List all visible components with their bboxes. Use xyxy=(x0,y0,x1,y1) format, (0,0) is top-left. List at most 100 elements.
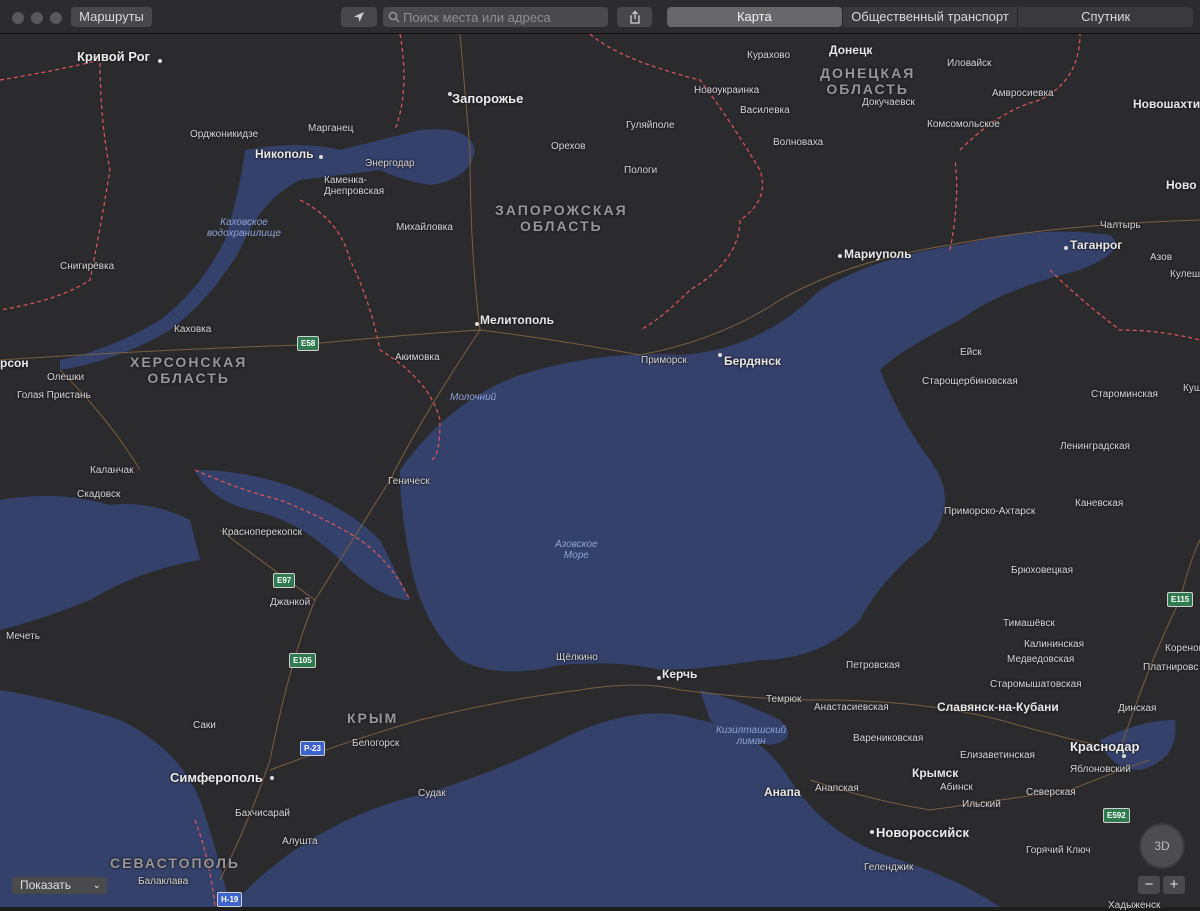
town-label[interactable]: Ейск xyxy=(960,347,982,358)
town-label[interactable]: Анапа xyxy=(764,785,801,799)
city-label[interactable]: Таганрог xyxy=(1070,238,1122,252)
town-label[interactable]: Геленджик xyxy=(864,862,913,873)
town-label[interactable]: Чалтырь xyxy=(1100,220,1141,231)
town-label[interactable]: Голая Пристань xyxy=(17,390,91,401)
town-label[interactable]: Анапская xyxy=(815,783,859,794)
city-label[interactable]: Никополь xyxy=(255,147,314,161)
town-label[interactable]: Ильский xyxy=(962,799,1001,810)
town-label[interactable]: Хадыженск xyxy=(1108,900,1160,911)
town-label[interactable]: Куща xyxy=(1183,383,1200,394)
directions-button[interactable]: Маршруты xyxy=(71,7,152,27)
town-label[interactable]: Кулеш xyxy=(1170,269,1200,280)
town-label[interactable]: Гуляйполе xyxy=(626,120,675,131)
city-label[interactable]: Новороссийск xyxy=(876,825,969,840)
town-label[interactable]: Мечеть xyxy=(6,631,40,642)
zoom-out-button[interactable]: − xyxy=(1138,876,1160,894)
tab-transit[interactable]: Общественный транспорт xyxy=(841,7,1018,27)
tab-map[interactable]: Карта xyxy=(667,7,842,27)
town-label[interactable]: Комсомольское xyxy=(927,119,1000,130)
town-label[interactable]: Судак xyxy=(418,788,446,799)
town-label[interactable]: Калининская xyxy=(1024,639,1084,650)
town-label[interactable]: Приморско-Ахтарск xyxy=(944,506,1035,517)
town-label[interactable]: Ленинградская xyxy=(1060,441,1130,452)
town-label[interactable]: Каневская xyxy=(1075,498,1123,509)
show-menu-button[interactable]: Показать ⌄ xyxy=(12,877,107,894)
town-label[interactable]: Крымск xyxy=(912,766,958,780)
town-label[interactable]: Акимовка xyxy=(395,352,440,363)
city-label[interactable]: Ново xyxy=(1166,178,1197,192)
town-label[interactable]: Динская xyxy=(1118,703,1156,714)
town-label[interactable]: Михайловка xyxy=(396,222,453,233)
city-label[interactable]: рсон xyxy=(0,356,29,370)
town-label[interactable]: Северская xyxy=(1026,787,1076,798)
town-label[interactable]: Докучаевск xyxy=(862,97,915,108)
tab-satellite[interactable]: Спутник xyxy=(1017,7,1193,27)
share-button[interactable] xyxy=(617,7,652,27)
close-window-button[interactable] xyxy=(12,12,24,24)
town-label[interactable]: Тимашёвск xyxy=(1003,618,1055,629)
town-label[interactable]: Бахчисарай xyxy=(235,808,290,819)
town-label[interactable]: Азов xyxy=(1150,252,1172,263)
town-label[interactable]: Балаклава xyxy=(138,876,188,887)
town-label[interactable]: Щёлкино xyxy=(556,652,598,663)
town-label[interactable]: Елизаветинская xyxy=(960,750,1035,761)
town-label[interactable]: Медведовская xyxy=(1007,654,1074,665)
zoom-in-button[interactable]: + xyxy=(1163,876,1185,894)
city-label[interactable]: Мариуполь xyxy=(844,247,911,261)
town-label[interactable]: Каланчак xyxy=(90,465,133,476)
town-label[interactable]: Славянск-на-Кубани xyxy=(937,700,1059,714)
town-label[interactable]: Платнировс xyxy=(1143,662,1198,673)
town-label[interactable]: Новоукраинка xyxy=(694,85,759,96)
search-field[interactable] xyxy=(383,7,608,27)
search-input[interactable] xyxy=(403,7,603,27)
town-label[interactable]: Орехов xyxy=(551,141,585,152)
town-label[interactable]: Приморск xyxy=(641,355,687,366)
town-label[interactable]: Петровская xyxy=(846,660,900,671)
town-label[interactable]: Яблоновский xyxy=(1070,764,1131,775)
town-label[interactable]: Темрюк xyxy=(766,694,801,705)
town-label[interactable]: Саки xyxy=(193,720,216,731)
town-label[interactable]: Красноперекопск xyxy=(222,527,302,538)
city-label[interactable]: Новошахти xyxy=(1133,97,1200,111)
zoom-window-button[interactable] xyxy=(50,12,62,24)
town-label[interactable]: Алушта xyxy=(282,836,318,847)
city-label[interactable]: Кривой Рог xyxy=(77,49,150,64)
town-label[interactable]: Геническ xyxy=(388,476,430,487)
town-label[interactable]: Джанкой xyxy=(270,597,310,608)
town-label[interactable]: Василевка xyxy=(740,105,790,116)
town-label[interactable]: Амвросиевка xyxy=(992,88,1054,99)
town-label[interactable]: Брюховецкая xyxy=(1011,565,1073,576)
town-label[interactable]: Белогорск xyxy=(352,738,399,749)
town-label[interactable]: Горячий Ключ xyxy=(1026,845,1090,856)
town-label[interactable]: Энергодар xyxy=(365,158,415,169)
minimize-window-button[interactable] xyxy=(31,12,43,24)
city-label[interactable]: Симферополь xyxy=(170,770,263,785)
town-label[interactable]: Староминская xyxy=(1091,389,1158,400)
city-label[interactable]: Запорожье xyxy=(452,91,523,106)
town-label[interactable]: Старощербиновская xyxy=(922,376,1018,387)
compass-control[interactable]: 3D xyxy=(1139,823,1185,869)
town-label[interactable]: Скадовск xyxy=(77,489,120,500)
city-label[interactable]: Донецк xyxy=(829,43,872,57)
town-label[interactable]: Абинск xyxy=(940,782,973,793)
current-location-button[interactable] xyxy=(341,7,377,27)
map-canvas[interactable]: ЗАПОРОЖСКАЯ ОБЛАСТЬ ХЕРСОНСКАЯ ОБЛАСТЬ ДОН… xyxy=(0,34,1200,911)
town-label[interactable]: Марганец xyxy=(308,123,353,134)
town-label[interactable]: Курахово xyxy=(747,50,790,61)
town-label[interactable]: Анастасиевская xyxy=(814,702,889,713)
town-label[interactable]: Каховка xyxy=(174,324,211,335)
town-label[interactable]: Кореново xyxy=(1165,643,1200,654)
town-label[interactable]: Каменка- Днепровская xyxy=(324,175,384,197)
town-label[interactable]: Волноваха xyxy=(773,137,823,148)
town-label[interactable]: Иловайск xyxy=(947,58,991,69)
town-label[interactable]: Варениковская xyxy=(853,733,923,744)
city-label[interactable]: Мелитополь xyxy=(480,313,554,327)
town-label[interactable]: Орджоникидзе xyxy=(190,129,258,140)
town-label[interactable]: Старомышатовская xyxy=(990,679,1082,690)
city-label[interactable]: Бердянск xyxy=(724,354,781,368)
town-label[interactable]: Пологи xyxy=(624,165,657,176)
city-label[interactable]: Керчь xyxy=(662,667,697,681)
town-label[interactable]: Снигирёвка xyxy=(60,261,114,272)
town-label[interactable]: Олешки xyxy=(47,372,84,383)
city-label[interactable]: Краснодар xyxy=(1070,739,1139,754)
